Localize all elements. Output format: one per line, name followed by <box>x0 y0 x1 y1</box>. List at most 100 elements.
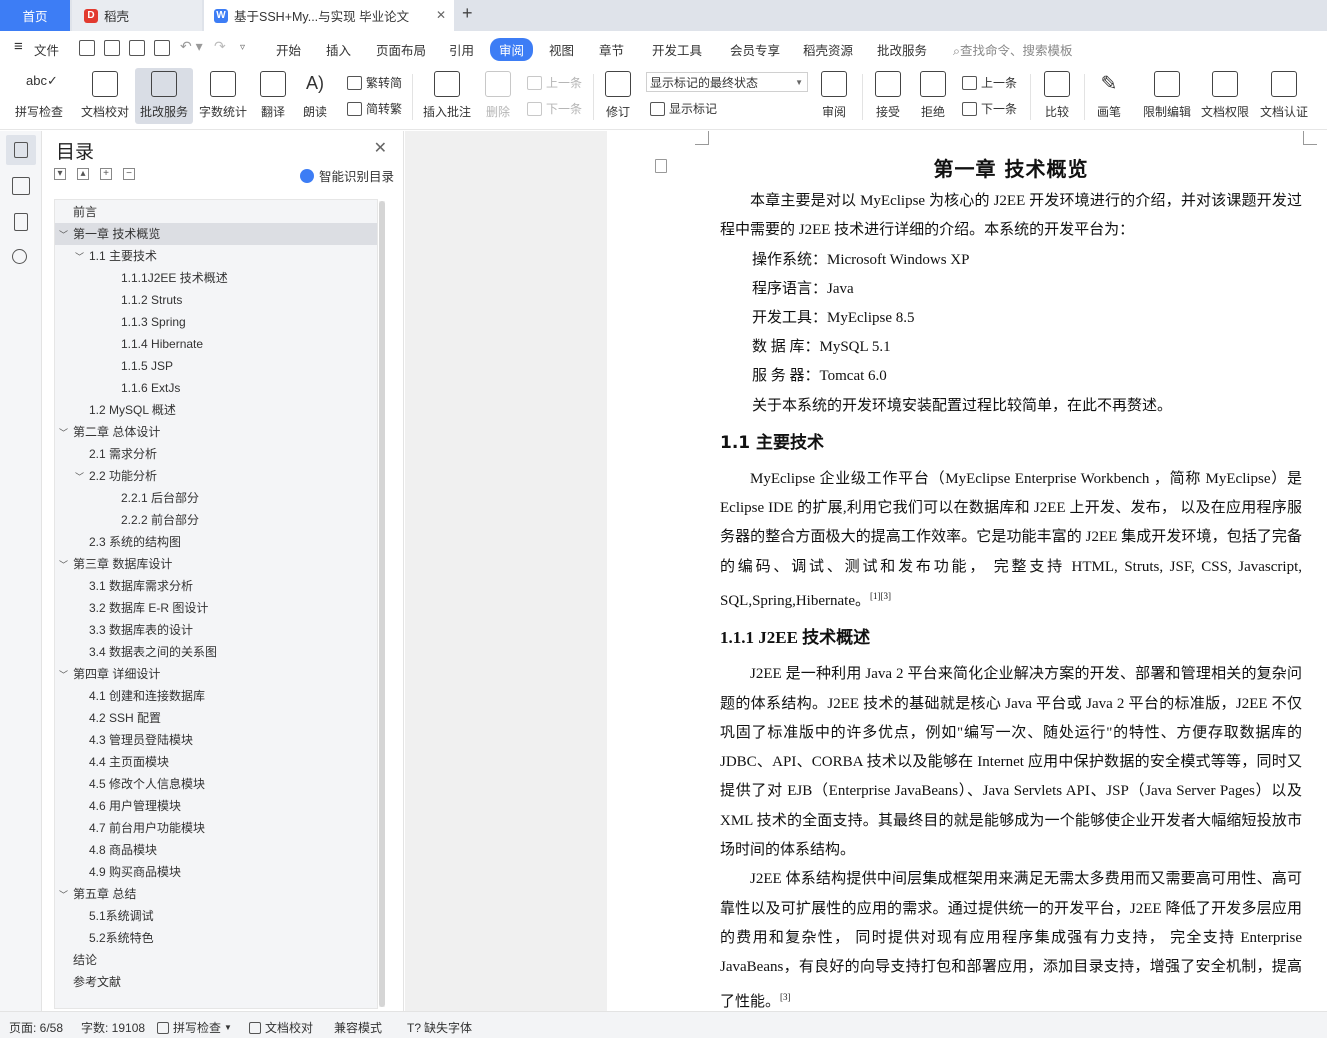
toc-item[interactable]: 1.1.5 JSP <box>55 355 377 377</box>
page-indicator[interactable]: 页面: 6/58 <box>9 1019 63 1036</box>
trad-to-simp-button[interactable]: 繁转简 <box>347 74 402 91</box>
toc-item[interactable]: 5.2系统特色 <box>55 927 377 949</box>
add-level-icon[interactable]: + <box>100 168 112 180</box>
redo-icon[interactable]: ↷ <box>214 38 226 55</box>
print-preview-icon[interactable] <box>154 40 170 56</box>
chevron-down-icon[interactable]: ﹀ <box>59 422 73 444</box>
toc-item[interactable]: 参考文献 <box>55 971 377 993</box>
undo-icon[interactable]: ↶ ▾ <box>180 38 203 55</box>
chevron-down-icon[interactable]: ﹀ <box>59 224 73 246</box>
toc-item[interactable]: 4.2 SSH 配置 <box>55 707 377 729</box>
page-options-icon[interactable] <box>655 159 667 173</box>
toc-item[interactable]: 4.9 购买商品模块 <box>55 861 377 883</box>
toc-item[interactable]: 2.1 需求分析 <box>55 443 377 465</box>
menu-review[interactable]: 审阅 <box>490 38 534 61</box>
simp-to-trad-button[interactable]: 简转繁 <box>347 100 402 117</box>
prev-change-button[interactable]: 上一条 <box>962 74 1017 91</box>
toc-item[interactable]: 4.8 商品模块 <box>55 839 377 861</box>
status-doc-proof[interactable]: 文档校对 <box>249 1019 313 1036</box>
tab-daoke[interactable]: D 稻壳 <box>72 0 202 31</box>
reject-button[interactable]: 拒绝 <box>915 68 951 124</box>
collapse-all-icon[interactable]: ▴ <box>77 168 89 180</box>
spell-check-button[interactable]: abc✓ 拼写检查 <box>8 68 70 124</box>
doc-proof-button[interactable]: 文档校对 <box>78 68 132 124</box>
command-search[interactable]: ⌕查找命令、搜索模板 <box>953 40 1073 59</box>
toc-item[interactable]: ﹀ 第一章 技术概览 <box>55 223 377 245</box>
bookmark-icon[interactable] <box>14 213 28 231</box>
new-tab-icon[interactable]: + <box>462 3 473 24</box>
correction-service-button[interactable]: 批改服务 <box>135 68 193 124</box>
tab-home[interactable]: 首页 <box>0 0 70 31</box>
toc-item[interactable]: 4.4 主页面模块 <box>55 751 377 773</box>
menu-file[interactable]: 文件 <box>34 40 59 59</box>
show-markup-button[interactable]: 显示标记 <box>650 100 717 117</box>
menu-correction[interactable]: 批改服务 <box>877 40 927 59</box>
smart-toc-button[interactable]: 智能识别目录 <box>300 166 394 185</box>
toc-item[interactable]: 4.3 管理员登陆模块 <box>55 729 377 751</box>
toc-item[interactable]: ﹀ 1.1 主要技术 <box>55 245 377 267</box>
toc-item[interactable]: 4.1 创建和连接数据库 <box>55 685 377 707</box>
doc-permission-button[interactable]: 文档权限 <box>1199 68 1251 124</box>
translate-button[interactable]: 翻译 <box>254 68 292 124</box>
pen-button[interactable]: ✎ 画笔 <box>1092 68 1126 124</box>
delete-comment-button[interactable]: 删除 <box>480 68 516 124</box>
remove-level-icon[interactable]: − <box>123 168 135 180</box>
accept-button[interactable]: 接受 <box>870 68 906 124</box>
save-icon[interactable] <box>79 40 95 56</box>
chevron-down-icon[interactable]: ﹀ <box>75 466 89 488</box>
toc-item[interactable]: 1.1.6 ExtJs <box>55 377 377 399</box>
close-icon[interactable]: ✕ <box>374 138 387 158</box>
missing-font-button[interactable]: T? 缺失字体 <box>407 1019 472 1036</box>
toc-scroll-thumb[interactable] <box>379 201 385 1007</box>
toc-item[interactable]: 结论 <box>55 949 377 971</box>
toc-item[interactable]: ﹀ 第四章 详细设计 <box>55 663 377 685</box>
chevron-down-icon[interactable]: ﹀ <box>75 246 89 268</box>
toc-item[interactable]: 4.5 修改个人信息模块 <box>55 773 377 795</box>
word-count-button[interactable]: 字数统计 <box>196 68 250 124</box>
prev-comment-button[interactable]: 上一条 <box>527 74 582 91</box>
menu-member[interactable]: 会员专享 <box>730 40 780 59</box>
tab-close-icon[interactable]: ✕ <box>436 8 446 22</box>
chevron-down-icon[interactable]: ﹀ <box>59 554 73 576</box>
toc-item[interactable]: ﹀ 第五章 总结 <box>55 883 377 905</box>
toc-item[interactable]: 1.1.1J2EE 技术概述 <box>55 267 377 289</box>
read-aloud-button[interactable]: A) 朗读 <box>298 68 332 124</box>
chevron-down-icon[interactable]: ﹀ <box>59 884 73 906</box>
quick-access-more-icon[interactable]: ▿ <box>240 42 245 53</box>
toc-item[interactable]: 4.7 前台用户功能模块 <box>55 817 377 839</box>
toc-item[interactable]: 4.6 用户管理模块 <box>55 795 377 817</box>
toc-item[interactable]: 1.1.3 Spring <box>55 311 377 333</box>
markup-state-select[interactable]: 显示标记的最终状态 ▼ <box>646 72 808 92</box>
toc-item[interactable]: 3.2 数据库 E-R 图设计 <box>55 597 377 619</box>
menu-home[interactable]: 开始 <box>276 40 301 59</box>
menu-references[interactable]: 引用 <box>449 40 474 59</box>
expand-all-icon[interactable]: ▾ <box>54 168 66 180</box>
navigation-icon[interactable] <box>12 177 30 195</box>
export-pdf-icon[interactable] <box>104 40 120 56</box>
toc-item[interactable]: 3.1 数据库需求分析 <box>55 575 377 597</box>
menu-layout[interactable]: 页面布局 <box>376 40 426 59</box>
toc-item[interactable]: 2.2.2 前台部分 <box>55 509 377 531</box>
toc-item[interactable]: ﹀ 第三章 数据库设计 <box>55 553 377 575</box>
track-changes-button[interactable]: 修订 <box>599 68 637 124</box>
compare-button[interactable]: 比较 <box>1038 68 1076 124</box>
toc-item[interactable]: ﹀ 2.2 功能分析 <box>55 465 377 487</box>
toc-item[interactable]: 1.2 MySQL 概述 <box>55 399 377 421</box>
doc-cert-button[interactable]: 文档认证 <box>1258 68 1310 124</box>
status-spell-check[interactable]: 拼写检查 ▼ <box>157 1019 232 1036</box>
menu-view[interactable]: 视图 <box>549 40 574 59</box>
tab-document[interactable]: W 基于SSH+My...与实现 毕业论文 ✕ <box>204 0 454 31</box>
word-count-indicator[interactable]: 字数: 19108 <box>81 1019 145 1036</box>
menu-insert[interactable]: 插入 <box>326 40 351 59</box>
toc-item[interactable]: 1.1.4 Hibernate <box>55 333 377 355</box>
chevron-down-icon[interactable]: ﹀ <box>59 664 73 686</box>
toc-scrollbar[interactable] <box>379 201 385 1007</box>
toc-item[interactable]: ﹀ 第二章 总体设计 <box>55 421 377 443</box>
insert-comment-button[interactable]: 插入批注 <box>420 68 474 124</box>
menu-daoke-resources[interactable]: 稻壳资源 <box>803 40 853 59</box>
next-change-button[interactable]: 下一条 <box>962 100 1017 117</box>
toc-item[interactable]: 2.2.1 后台部分 <box>55 487 377 509</box>
toc-item[interactable]: 3.3 数据库表的设计 <box>55 619 377 641</box>
toc-panel-icon[interactable] <box>6 135 36 165</box>
toc-item[interactable]: 3.4 数据表之间的关系图 <box>55 641 377 663</box>
